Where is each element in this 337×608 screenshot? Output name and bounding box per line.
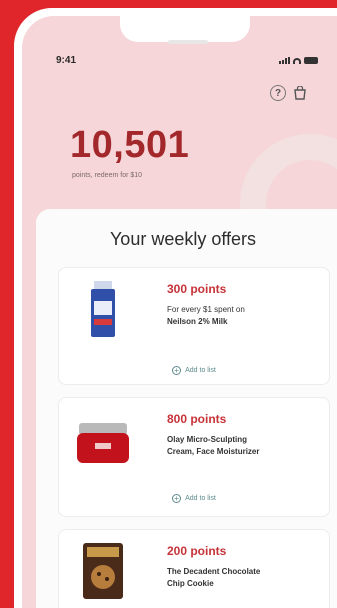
points-balance: 10,501 [70,124,190,166]
help-icon[interactable]: ? [270,85,286,101]
cookie-box-icon [75,540,131,602]
face-cream-jar-icon [75,412,131,474]
weekly-offers-panel: Your weekly offers 300 points For every … [36,209,337,608]
offers-title: Your weekly offers [109,229,257,249]
offer-points: 200 points [167,544,227,558]
app-screen: 9:41 ? 10,501 points, redeem for $10 You… [22,16,337,608]
shopping-bag-icon[interactable] [292,85,308,101]
plus-circle-icon: + [172,494,182,503]
signal-icon [279,57,290,64]
offer-card[interactable]: 200 points The Decadent Chocolate Chip C… [58,529,330,608]
plus-circle-icon: + [172,366,182,375]
phone-speaker [168,40,208,44]
add-to-list-button[interactable]: + Add to list [59,494,329,503]
offer-points: 300 points [167,282,227,296]
milk-carton-icon [75,278,131,340]
wifi-icon [293,58,301,64]
offer-card[interactable]: 800 points Olay Micro-Sculpting Cream, F… [58,397,330,517]
phone-frame: 9:41 ? 10,501 points, redeem for $10 You… [14,8,337,608]
status-time: 9:41 [56,55,77,66]
status-icons [279,57,318,64]
offer-description: The Decadent Chocolate Chip Cookie [167,567,261,588]
battery-icon [304,57,318,64]
points-subtitle: points, redeem for $10 [72,172,143,179]
offer-description: For every $1 spent on Neilson 2% Milk [167,305,245,326]
phone-notch [120,16,250,42]
offer-card[interactable]: 300 points For every $1 spent on Neilson… [58,267,330,385]
add-to-list-button[interactable]: + Add to list [59,366,329,375]
offer-description: Olay Micro-Sculpting Cream, Face Moistur… [167,435,260,456]
offer-points: 800 points [167,412,227,426]
